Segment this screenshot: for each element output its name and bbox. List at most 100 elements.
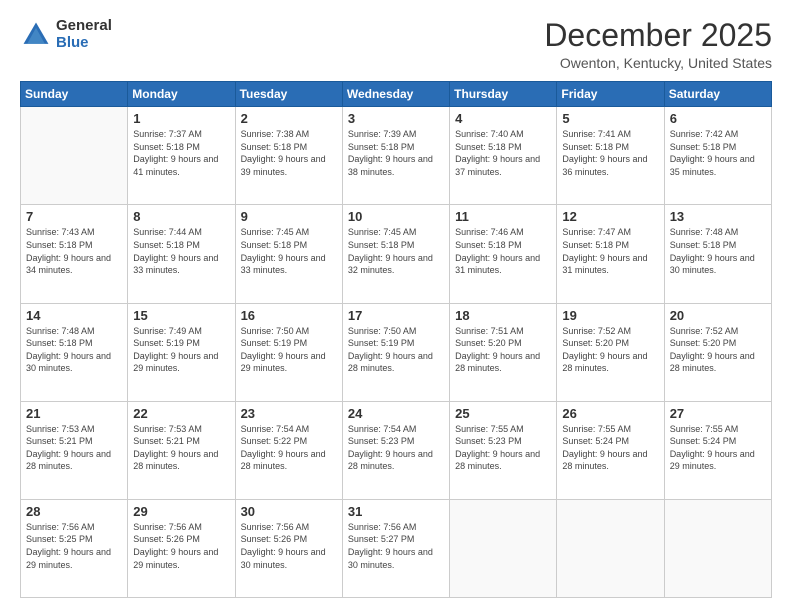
calendar-cell: 6Sunrise: 7:42 AMSunset: 5:18 PMDaylight… (664, 107, 771, 205)
day-info: Sunrise: 7:51 AMSunset: 5:20 PMDaylight:… (455, 325, 551, 375)
day-info: Sunrise: 7:50 AMSunset: 5:19 PMDaylight:… (348, 325, 444, 375)
calendar-cell (664, 499, 771, 597)
day-number: 27 (670, 406, 766, 421)
day-info: Sunrise: 7:44 AMSunset: 5:18 PMDaylight:… (133, 226, 229, 276)
calendar-cell: 12Sunrise: 7:47 AMSunset: 5:18 PMDayligh… (557, 205, 664, 303)
calendar-cell: 3 Sunrise: 7:39 AMSunset: 5:18 PMDaylight… (342, 107, 449, 205)
day-number: 13 (670, 209, 766, 224)
day-info: Sunrise: 7:56 AMSunset: 5:26 PMDaylight:… (133, 521, 229, 571)
calendar-cell: 26 Sunrise: 7:55 AMSunset: 5:24 PMDayligh… (557, 401, 664, 499)
day-info: Sunrise: 7:49 AMSunset: 5:19 PMDaylight:… (133, 325, 229, 375)
page: General Blue December 2025 Owenton, Kent… (0, 0, 792, 612)
day-info: Sunrise: 7:53 AMSunset: 5:21 PMDaylight:… (26, 423, 122, 473)
calendar-cell: 8Sunrise: 7:44 AMSunset: 5:18 PMDaylight… (128, 205, 235, 303)
day-number: 6 (670, 111, 766, 126)
week-row-4: 21 Sunrise: 7:53 AMSunset: 5:21 PMDayligh… (21, 401, 772, 499)
calendar-cell: 15 Sunrise: 7:49 AMSunset: 5:19 PMDayligh… (128, 303, 235, 401)
day-number: 26 (562, 406, 658, 421)
calendar-cell: 23 Sunrise: 7:54 AMSunset: 5:22 PMDayligh… (235, 401, 342, 499)
day-number: 16 (241, 308, 337, 323)
day-number: 21 (26, 406, 122, 421)
day-info: Sunrise: 7:48 AMSunset: 5:18 PMDaylight:… (26, 325, 122, 375)
weekday-header-sunday: Sunday (21, 82, 128, 107)
calendar-cell: 21 Sunrise: 7:53 AMSunset: 5:21 PMDayligh… (21, 401, 128, 499)
logo-text: General Blue (56, 18, 112, 51)
logo-icon (20, 19, 52, 51)
day-number: 23 (241, 406, 337, 421)
day-number: 19 (562, 308, 658, 323)
calendar-cell: 4 Sunrise: 7:40 AMSunset: 5:18 PMDaylight… (450, 107, 557, 205)
main-title: December 2025 (544, 18, 772, 53)
day-info: Sunrise: 7:38 AMSunset: 5:18 PMDaylight:… (241, 128, 337, 178)
day-number: 3 (348, 111, 444, 126)
day-info: Sunrise: 7:55 AMSunset: 5:24 PMDaylight:… (562, 423, 658, 473)
day-number: 28 (26, 504, 122, 519)
weekday-header-monday: Monday (128, 82, 235, 107)
day-info: Sunrise: 7:55 AMSunset: 5:23 PMDaylight:… (455, 423, 551, 473)
calendar-cell: 22 Sunrise: 7:53 AMSunset: 5:21 PMDayligh… (128, 401, 235, 499)
day-info: Sunrise: 7:52 AMSunset: 5:20 PMDaylight:… (562, 325, 658, 375)
day-info: Sunrise: 7:39 AMSunset: 5:18 PMDaylight:… (348, 128, 444, 178)
day-number: 1 (133, 111, 229, 126)
calendar-cell (450, 499, 557, 597)
day-number: 11 (455, 209, 551, 224)
calendar-cell (21, 107, 128, 205)
calendar-cell: 2Sunrise: 7:38 AMSunset: 5:18 PMDaylight… (235, 107, 342, 205)
day-info: Sunrise: 7:47 AMSunset: 5:18 PMDaylight:… (562, 226, 658, 276)
calendar-cell: 27Sunrise: 7:55 AMSunset: 5:24 PMDayligh… (664, 401, 771, 499)
weekday-header-row: SundayMondayTuesdayWednesdayThursdayFrid… (21, 82, 772, 107)
calendar-cell (557, 499, 664, 597)
weekday-header-saturday: Saturday (664, 82, 771, 107)
day-info: Sunrise: 7:52 AMSunset: 5:20 PMDaylight:… (670, 325, 766, 375)
day-number: 7 (26, 209, 122, 224)
weekday-header-thursday: Thursday (450, 82, 557, 107)
day-info: Sunrise: 7:48 AMSunset: 5:18 PMDaylight:… (670, 226, 766, 276)
week-row-1: 1 Sunrise: 7:37 AMSunset: 5:18 PMDaylight… (21, 107, 772, 205)
day-number: 15 (133, 308, 229, 323)
logo-blue: Blue (56, 35, 112, 52)
day-info: Sunrise: 7:50 AMSunset: 5:19 PMDaylight:… (241, 325, 337, 375)
day-number: 30 (241, 504, 337, 519)
day-info: Sunrise: 7:56 AMSunset: 5:26 PMDaylight:… (241, 521, 337, 571)
day-number: 22 (133, 406, 229, 421)
title-block: December 2025 Owenton, Kentucky, United … (544, 18, 772, 71)
calendar-cell: 5Sunrise: 7:41 AMSunset: 5:18 PMDaylight… (557, 107, 664, 205)
calendar-cell: 16 Sunrise: 7:50 AMSunset: 5:19 PMDayligh… (235, 303, 342, 401)
day-number: 17 (348, 308, 444, 323)
day-info: Sunrise: 7:54 AMSunset: 5:23 PMDaylight:… (348, 423, 444, 473)
week-row-5: 28 Sunrise: 7:56 AMSunset: 5:25 PMDayligh… (21, 499, 772, 597)
subtitle: Owenton, Kentucky, United States (544, 55, 772, 71)
day-number: 5 (562, 111, 658, 126)
day-number: 29 (133, 504, 229, 519)
calendar-cell: 10 Sunrise: 7:45 AMSunset: 5:18 PMDayligh… (342, 205, 449, 303)
calendar-cell: 30 Sunrise: 7:56 AMSunset: 5:26 PMDayligh… (235, 499, 342, 597)
day-info: Sunrise: 7:43 AMSunset: 5:18 PMDaylight:… (26, 226, 122, 276)
day-number: 24 (348, 406, 444, 421)
calendar-cell: 18 Sunrise: 7:51 AMSunset: 5:20 PMDayligh… (450, 303, 557, 401)
day-number: 14 (26, 308, 122, 323)
logo-general: General (56, 18, 112, 35)
day-info: Sunrise: 7:40 AMSunset: 5:18 PMDaylight:… (455, 128, 551, 178)
day-number: 10 (348, 209, 444, 224)
day-info: Sunrise: 7:54 AMSunset: 5:22 PMDaylight:… (241, 423, 337, 473)
calendar-cell: 11Sunrise: 7:46 AMSunset: 5:18 PMDayligh… (450, 205, 557, 303)
day-info: Sunrise: 7:37 AMSunset: 5:18 PMDaylight:… (133, 128, 229, 178)
weekday-header-tuesday: Tuesday (235, 82, 342, 107)
calendar-cell: 20 Sunrise: 7:52 AMSunset: 5:20 PMDayligh… (664, 303, 771, 401)
day-number: 20 (670, 308, 766, 323)
day-info: Sunrise: 7:56 AMSunset: 5:25 PMDaylight:… (26, 521, 122, 571)
calendar-cell: 7 Sunrise: 7:43 AMSunset: 5:18 PMDaylight… (21, 205, 128, 303)
weekday-header-friday: Friday (557, 82, 664, 107)
calendar-cell: 29 Sunrise: 7:56 AMSunset: 5:26 PMDayligh… (128, 499, 235, 597)
logo: General Blue (20, 18, 112, 51)
calendar: SundayMondayTuesdayWednesdayThursdayFrid… (20, 81, 772, 598)
day-info: Sunrise: 7:45 AMSunset: 5:18 PMDaylight:… (348, 226, 444, 276)
day-info: Sunrise: 7:53 AMSunset: 5:21 PMDaylight:… (133, 423, 229, 473)
calendar-cell: 28 Sunrise: 7:56 AMSunset: 5:25 PMDayligh… (21, 499, 128, 597)
calendar-cell: 9Sunrise: 7:45 AMSunset: 5:18 PMDaylight… (235, 205, 342, 303)
day-number: 4 (455, 111, 551, 126)
calendar-cell: 24 Sunrise: 7:54 AMSunset: 5:23 PMDayligh… (342, 401, 449, 499)
weekday-header-wednesday: Wednesday (342, 82, 449, 107)
day-number: 18 (455, 308, 551, 323)
day-number: 9 (241, 209, 337, 224)
